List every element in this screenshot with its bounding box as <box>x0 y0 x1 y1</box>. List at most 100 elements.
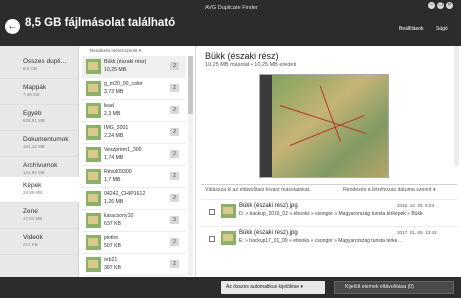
copy-checkbox[interactable] <box>209 209 215 215</box>
copy-date: 2016. 12. 26. 6:23 <box>397 203 435 208</box>
copy-file-name: Bükk (északi rész).jpg <box>239 230 298 236</box>
file-size: 3,73 MB <box>104 89 124 95</box>
file-size: 387 KB <box>104 265 122 271</box>
image-thumbnail <box>86 235 101 250</box>
category-images[interactable]: Képek 28,89 MB <box>0 177 79 203</box>
minimize-icon[interactable]: – <box>428 2 435 9</box>
window-controls: – ❐ ✕ <box>428 2 453 9</box>
scroll-thumb[interactable] <box>188 56 193 114</box>
file-name: Bükk (északi rész) <box>104 59 147 65</box>
copy-file-path: E: » backup17_01_09 » ebooks » csongor »… <box>239 238 403 244</box>
category-documents[interactable]: Dokumentumok 161,12 MB <box>0 131 79 157</box>
file-name: orb21 <box>104 257 118 263</box>
detail-pane: Bükk (északi rész) 10,25 MB másolat • 10… <box>197 46 461 277</box>
file-size: 1,26 MB <box>104 199 124 205</box>
file-size: 507 KB <box>104 243 122 249</box>
copy-count-badge: 2 <box>170 62 179 70</box>
copy-count-badge: 2 <box>170 106 179 114</box>
image-thumbnail <box>86 213 101 228</box>
back-arrow-icon[interactable]: ← <box>5 19 20 34</box>
file-name: g_m20_00_color <box>104 81 143 87</box>
file-name: Révül09300 <box>104 169 132 175</box>
copy-row[interactable]: Bükk (északi rész).jpg E: » backup17_01_… <box>201 226 457 252</box>
copy-count-badge: 2 <box>170 128 179 136</box>
copy-file-name: Bükk (északi rész).jpg <box>239 203 298 209</box>
category-label: Képek <box>23 182 42 189</box>
category-all[interactable]: Összes dupli… 8,5 GB <box>0 53 79 79</box>
list-item[interactable]: Veszprém1_300 1,74 MB 2 <box>82 144 186 166</box>
category-sidebar: Összes dupli… 8,5 GB Mappák 7,36 GB Egyé… <box>0 46 79 277</box>
list-item[interactable]: IMG_3001 2,24 MB 2 <box>82 122 186 144</box>
copy-count-badge: 2 <box>170 194 179 202</box>
copy-count-badge: 2 <box>170 172 179 180</box>
list-item[interactable]: Révül09300 1,7 MB 2 <box>82 166 186 188</box>
list-item[interactable]: g_m20_00_color 3,73 MB 2 <box>82 78 186 100</box>
close-icon[interactable]: ✕ <box>446 2 453 9</box>
copy-checkbox[interactable] <box>209 236 215 242</box>
list-scrollbar[interactable] <box>188 56 193 276</box>
category-label: Archívumok <box>23 162 58 169</box>
category-folders[interactable]: Mappák 7,36 GB <box>0 79 79 105</box>
app-name: AVG Duplicate Finder <box>205 5 258 11</box>
map-image <box>272 75 388 177</box>
list-item[interactable]: karacsony10 637 KB 3 <box>82 210 186 232</box>
category-size: 828,81 MB <box>23 118 45 123</box>
image-thumbnail <box>221 231 236 245</box>
category-label: Egyéb <box>23 110 42 117</box>
category-label: Videók <box>23 234 43 241</box>
copy-file-path: D: » backup_2016_02 » ebooks » csongor »… <box>239 211 423 217</box>
help-link[interactable]: Súgó <box>436 26 448 32</box>
category-size: 141,93 MB <box>23 170 45 175</box>
image-thumbnail <box>86 169 101 184</box>
divider <box>201 184 457 185</box>
list-item[interactable]: lead 2,3 MB 2 <box>82 100 186 122</box>
image-thumbnail <box>86 103 101 118</box>
category-size: 7,36 GB <box>23 92 40 97</box>
list-item[interactable]: piotiro 507 KB 2 <box>82 232 186 254</box>
sort-date-dropdown[interactable]: Rendezés a létrehozás dátuma szerint ▾ <box>343 187 436 193</box>
bottom-bar: Az összes automatikus kijelölése ▾ Kijel… <box>0 277 461 298</box>
category-videos[interactable]: Videók 210 KB <box>0 229 79 255</box>
copy-count-badge: 2 <box>170 150 179 158</box>
copy-count-badge: 2 <box>170 260 179 268</box>
file-name: Veszprém1_300 <box>104 147 142 153</box>
detail-scrollbar[interactable] <box>454 46 459 166</box>
copy-row[interactable]: Bükk (északi rész).jpg D: » backup_2016_… <box>201 199 457 225</box>
list-item[interactable]: Bükk (északi rész) 10,25 MB 2 <box>82 56 186 78</box>
image-thumbnail <box>86 147 101 162</box>
page-title: 8,5 GB fájlmásolat található <box>25 17 176 29</box>
file-size: 1,7 MB <box>104 177 121 183</box>
list-item[interactable]: 04242_CHIP1612 1,26 MB 2 <box>82 188 186 210</box>
copy-count-badge: 3 <box>170 216 179 224</box>
file-size: 1,74 MB <box>104 155 124 161</box>
category-label: Zene <box>23 208 38 215</box>
file-name: karacsony10 <box>104 213 134 219</box>
settings-link[interactable]: Beállítások <box>399 26 423 32</box>
category-size: 17,61 MB <box>23 216 43 221</box>
file-name: 04242_CHIP1612 <box>104 191 146 197</box>
category-label: Dokumentumok <box>23 136 69 143</box>
category-music[interactable]: Zene 17,61 MB <box>0 203 79 229</box>
list-item[interactable]: orb21 387 KB 2 <box>82 254 186 276</box>
sort-size-dropdown[interactable]: Rendezés méret szerint ▾ <box>90 48 141 54</box>
file-size: 2,24 MB <box>104 133 124 139</box>
auto-select-button[interactable]: Az összes automatikus kijelölése ▾ <box>221 281 325 294</box>
map-cover-strip <box>260 75 272 177</box>
maximize-icon[interactable]: ❐ <box>437 2 444 9</box>
selected-file-title: Bükk (északi rész) <box>205 51 279 61</box>
file-name: lead <box>104 103 114 109</box>
duplicate-file-list: Rendezés méret szerint ▾ Bükk (északi ré… <box>80 46 196 277</box>
image-thumbnail <box>86 125 101 140</box>
file-size: 637 KB <box>104 221 122 227</box>
category-other[interactable]: Egyéb 828,81 MB <box>0 105 79 131</box>
image-thumbnail <box>86 59 101 74</box>
category-size: 8,5 GB <box>23 66 38 71</box>
remove-selected-button[interactable]: Kijelölt elemek eltávolítása (0) <box>334 281 454 294</box>
selected-file-sizes: 10,25 MB másolat • 10,25 MB eredeti <box>205 62 297 68</box>
image-thumbnail <box>86 257 101 272</box>
category-size: 28,89 MB <box>23 190 43 195</box>
category-label: Összes dupli… <box>23 58 67 65</box>
image-thumbnail <box>221 204 236 218</box>
category-size: 161,12 MB <box>23 144 45 149</box>
category-label: Mappák <box>23 84 47 91</box>
